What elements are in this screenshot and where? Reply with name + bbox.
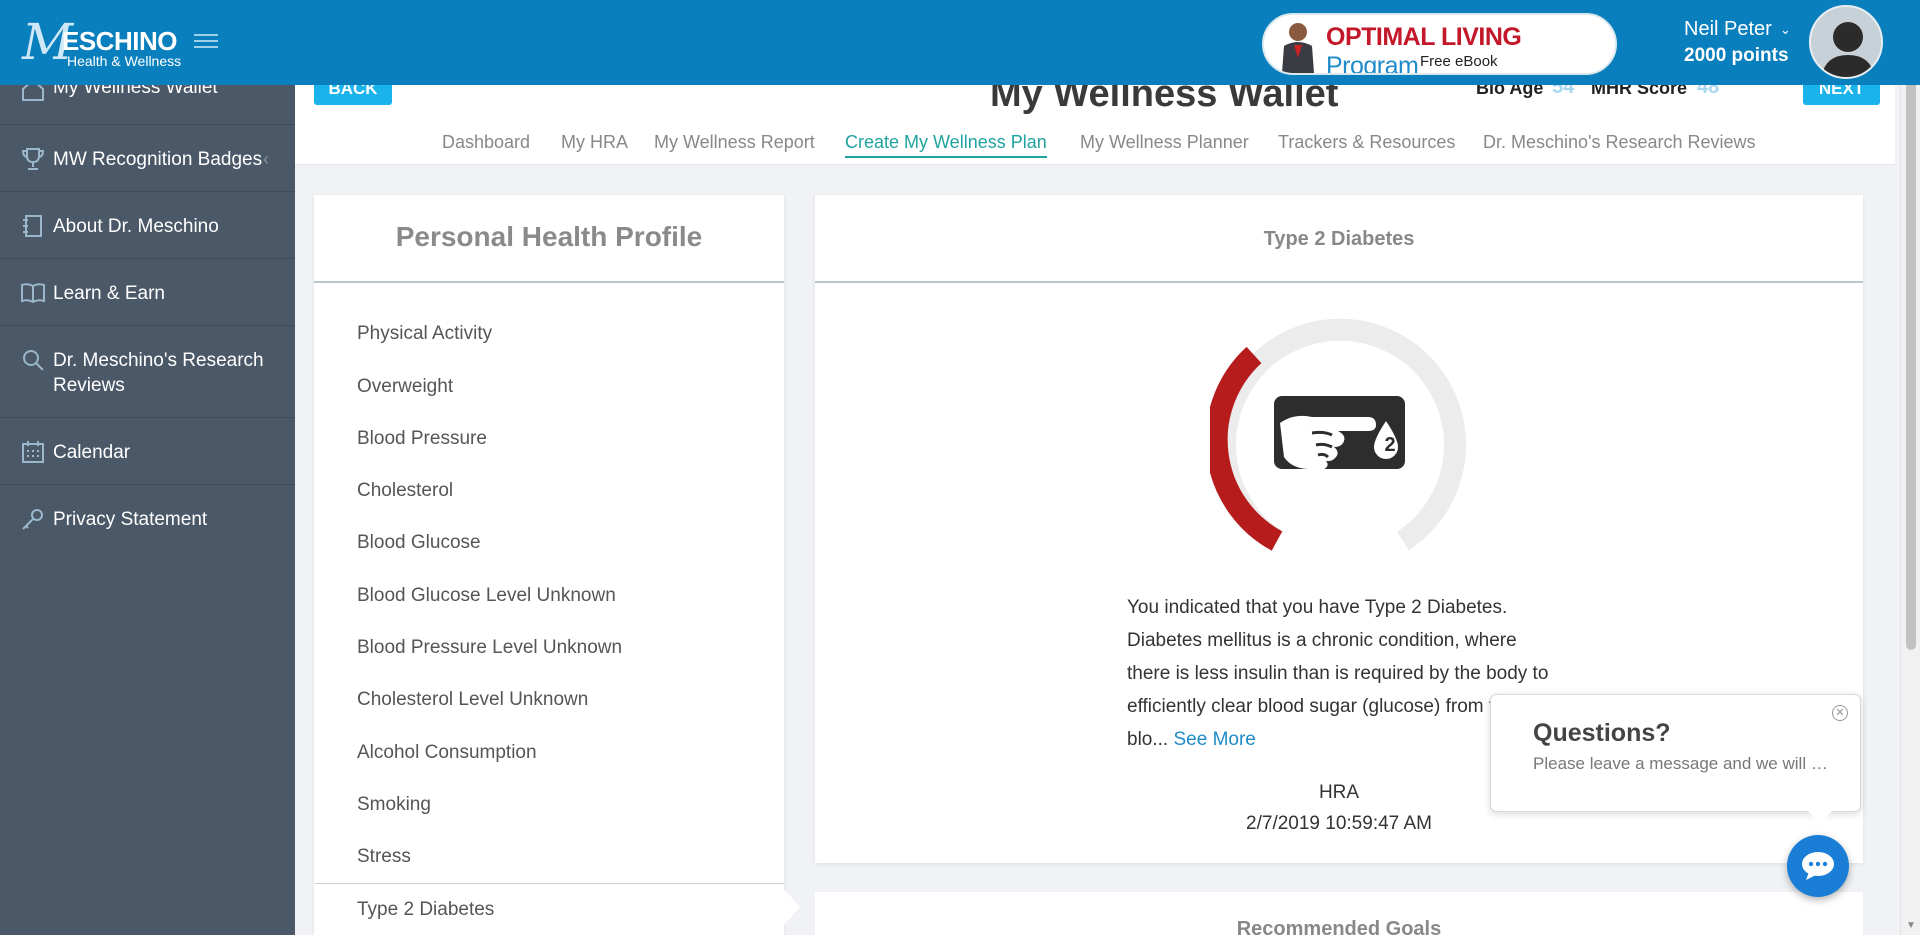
scroll-down-icon[interactable]: ▼ (1906, 920, 1916, 931)
profile-item-blood-glucose-unknown[interactable]: Blood Glucose Level Unknown (357, 585, 616, 607)
profile-item-overweight[interactable]: Overweight (357, 376, 453, 398)
chat-popup[interactable]: Questions? Please leave a message and we… (1490, 694, 1861, 812)
finger-blood-drop-icon (1274, 396, 1405, 469)
selected-divider (314, 883, 784, 884)
wallet-tabs: Dashboard My HRA My Wellness Report Crea… (0, 132, 1900, 162)
chat-popup-tail (1808, 811, 1832, 823)
logo-subtitle: Health & Wellness (67, 53, 182, 69)
description-text: You indicated that you have Type 2 Diabe… (1127, 597, 1549, 750)
chat-message: Please leave a message and we will … (1533, 754, 1828, 773)
avatar[interactable] (1809, 5, 1883, 79)
tab-dashboard[interactable]: Dashboard (442, 132, 530, 153)
chevron-down-icon: ⌄ (1779, 21, 1791, 37)
profile-item-cholesterol-unknown[interactable]: Cholesterol Level Unknown (357, 689, 588, 711)
profile-item-physical-activity[interactable]: Physical Activity (357, 323, 492, 345)
user-name: Neil Peter (1684, 18, 1772, 40)
sidebar-item-privacy-statement[interactable]: Privacy Statement (0, 485, 295, 552)
tab-trackers-resources[interactable]: Trackers & Resources (1278, 132, 1455, 153)
close-icon[interactable]: ✕ (1832, 705, 1848, 721)
research-line-2: Reviews (53, 375, 125, 396)
tab-my-hra[interactable]: My HRA (561, 132, 628, 153)
sidebar-item-research-reviews[interactable]: Dr. Meschino's Research Reviews (0, 326, 295, 418)
recommended-goals-title: Recommended Goals (1236, 918, 1442, 935)
user-points: 2000 points (1684, 44, 1789, 66)
top-bar: M ESCHINO Health & Wellness OPTIMAL LIVI… (0, 0, 1920, 85)
promo-subtitle: Free eBook (1420, 53, 1498, 70)
sidebar-item-about-dr-meschino[interactable]: About Dr. Meschino (0, 192, 295, 259)
sidebar: My Wellness Wallet MW Recognition Badges… (0, 77, 295, 935)
notebook-icon (23, 215, 42, 237)
key-icon (22, 509, 43, 530)
chat-bubble-icon (1802, 852, 1834, 880)
user-menu[interactable]: Neil Peter ⌄ 2000 points (1684, 16, 1791, 69)
optimal-living-promo-banner[interactable]: OPTIMAL LIVING Program Free eBook (1262, 13, 1617, 75)
tab-research-reviews[interactable]: Dr. Meschino's Research Reviews (1483, 132, 1756, 153)
profile-item-blood-pressure-unknown[interactable]: Blood Pressure Level Unknown (357, 637, 622, 659)
chat-title: Questions? (1533, 719, 1671, 747)
profile-item-stress[interactable]: Stress (357, 846, 411, 868)
profile-item-cholesterol[interactable]: Cholesterol (357, 480, 453, 502)
research-line-1: Dr. Meschino's Research (53, 350, 264, 371)
tab-my-wellness-planner[interactable]: My Wellness Planner (1080, 132, 1249, 153)
profile-item-blood-glucose[interactable]: Blood Glucose (357, 532, 481, 554)
health-profile-card: Personal Health Profile Physical Activit… (314, 195, 784, 935)
profile-item-smoking[interactable]: Smoking (357, 794, 431, 816)
selected-pointer (784, 889, 800, 925)
search-icon (23, 350, 44, 371)
scroll-thumb[interactable] (1906, 45, 1916, 650)
menu-toggle-icon[interactable] (194, 30, 218, 52)
book-open-icon (21, 283, 45, 304)
calendar-icon (22, 441, 44, 463)
gauge-badge: 2 (1384, 434, 1396, 456)
tab-my-wellness-report[interactable]: My Wellness Report (654, 132, 815, 153)
profile-item-blood-pressure[interactable]: Blood Pressure (357, 428, 487, 450)
chat-button[interactable] (1787, 835, 1849, 897)
condition-title: Type 2 Diabetes (1263, 228, 1415, 250)
see-more-link[interactable]: See More (1173, 729, 1255, 750)
profile-item-type-2-diabetes[interactable]: Type 2 Diabetes (357, 899, 494, 921)
meschino-logo[interactable]: M ESCHINO Health & Wellness (22, 14, 192, 70)
sidebar-item-learn-earn[interactable]: Learn & Earn (0, 259, 295, 326)
tab-create-my-wellness-plan[interactable]: Create My Wellness Plan (845, 132, 1047, 158)
sidebar-item-my-wellness-wallet[interactable]: My Wellness Wallet (0, 77, 295, 125)
avatar-silhouette-icon (1811, 7, 1881, 77)
sidebar-item-calendar[interactable]: Calendar (0, 418, 295, 485)
recommended-goals-card: Recommended Goals (815, 892, 1863, 935)
profile-title: Personal Health Profile (395, 221, 703, 252)
profile-item-alcohol-consumption[interactable]: Alcohol Consumption (357, 742, 537, 764)
promo-person-icon (1282, 23, 1314, 73)
entry-date: 2/7/2019 10:59:47 AM (1246, 813, 1432, 834)
page-scrollbar[interactable]: ▲ ▼ (1900, 0, 1920, 935)
